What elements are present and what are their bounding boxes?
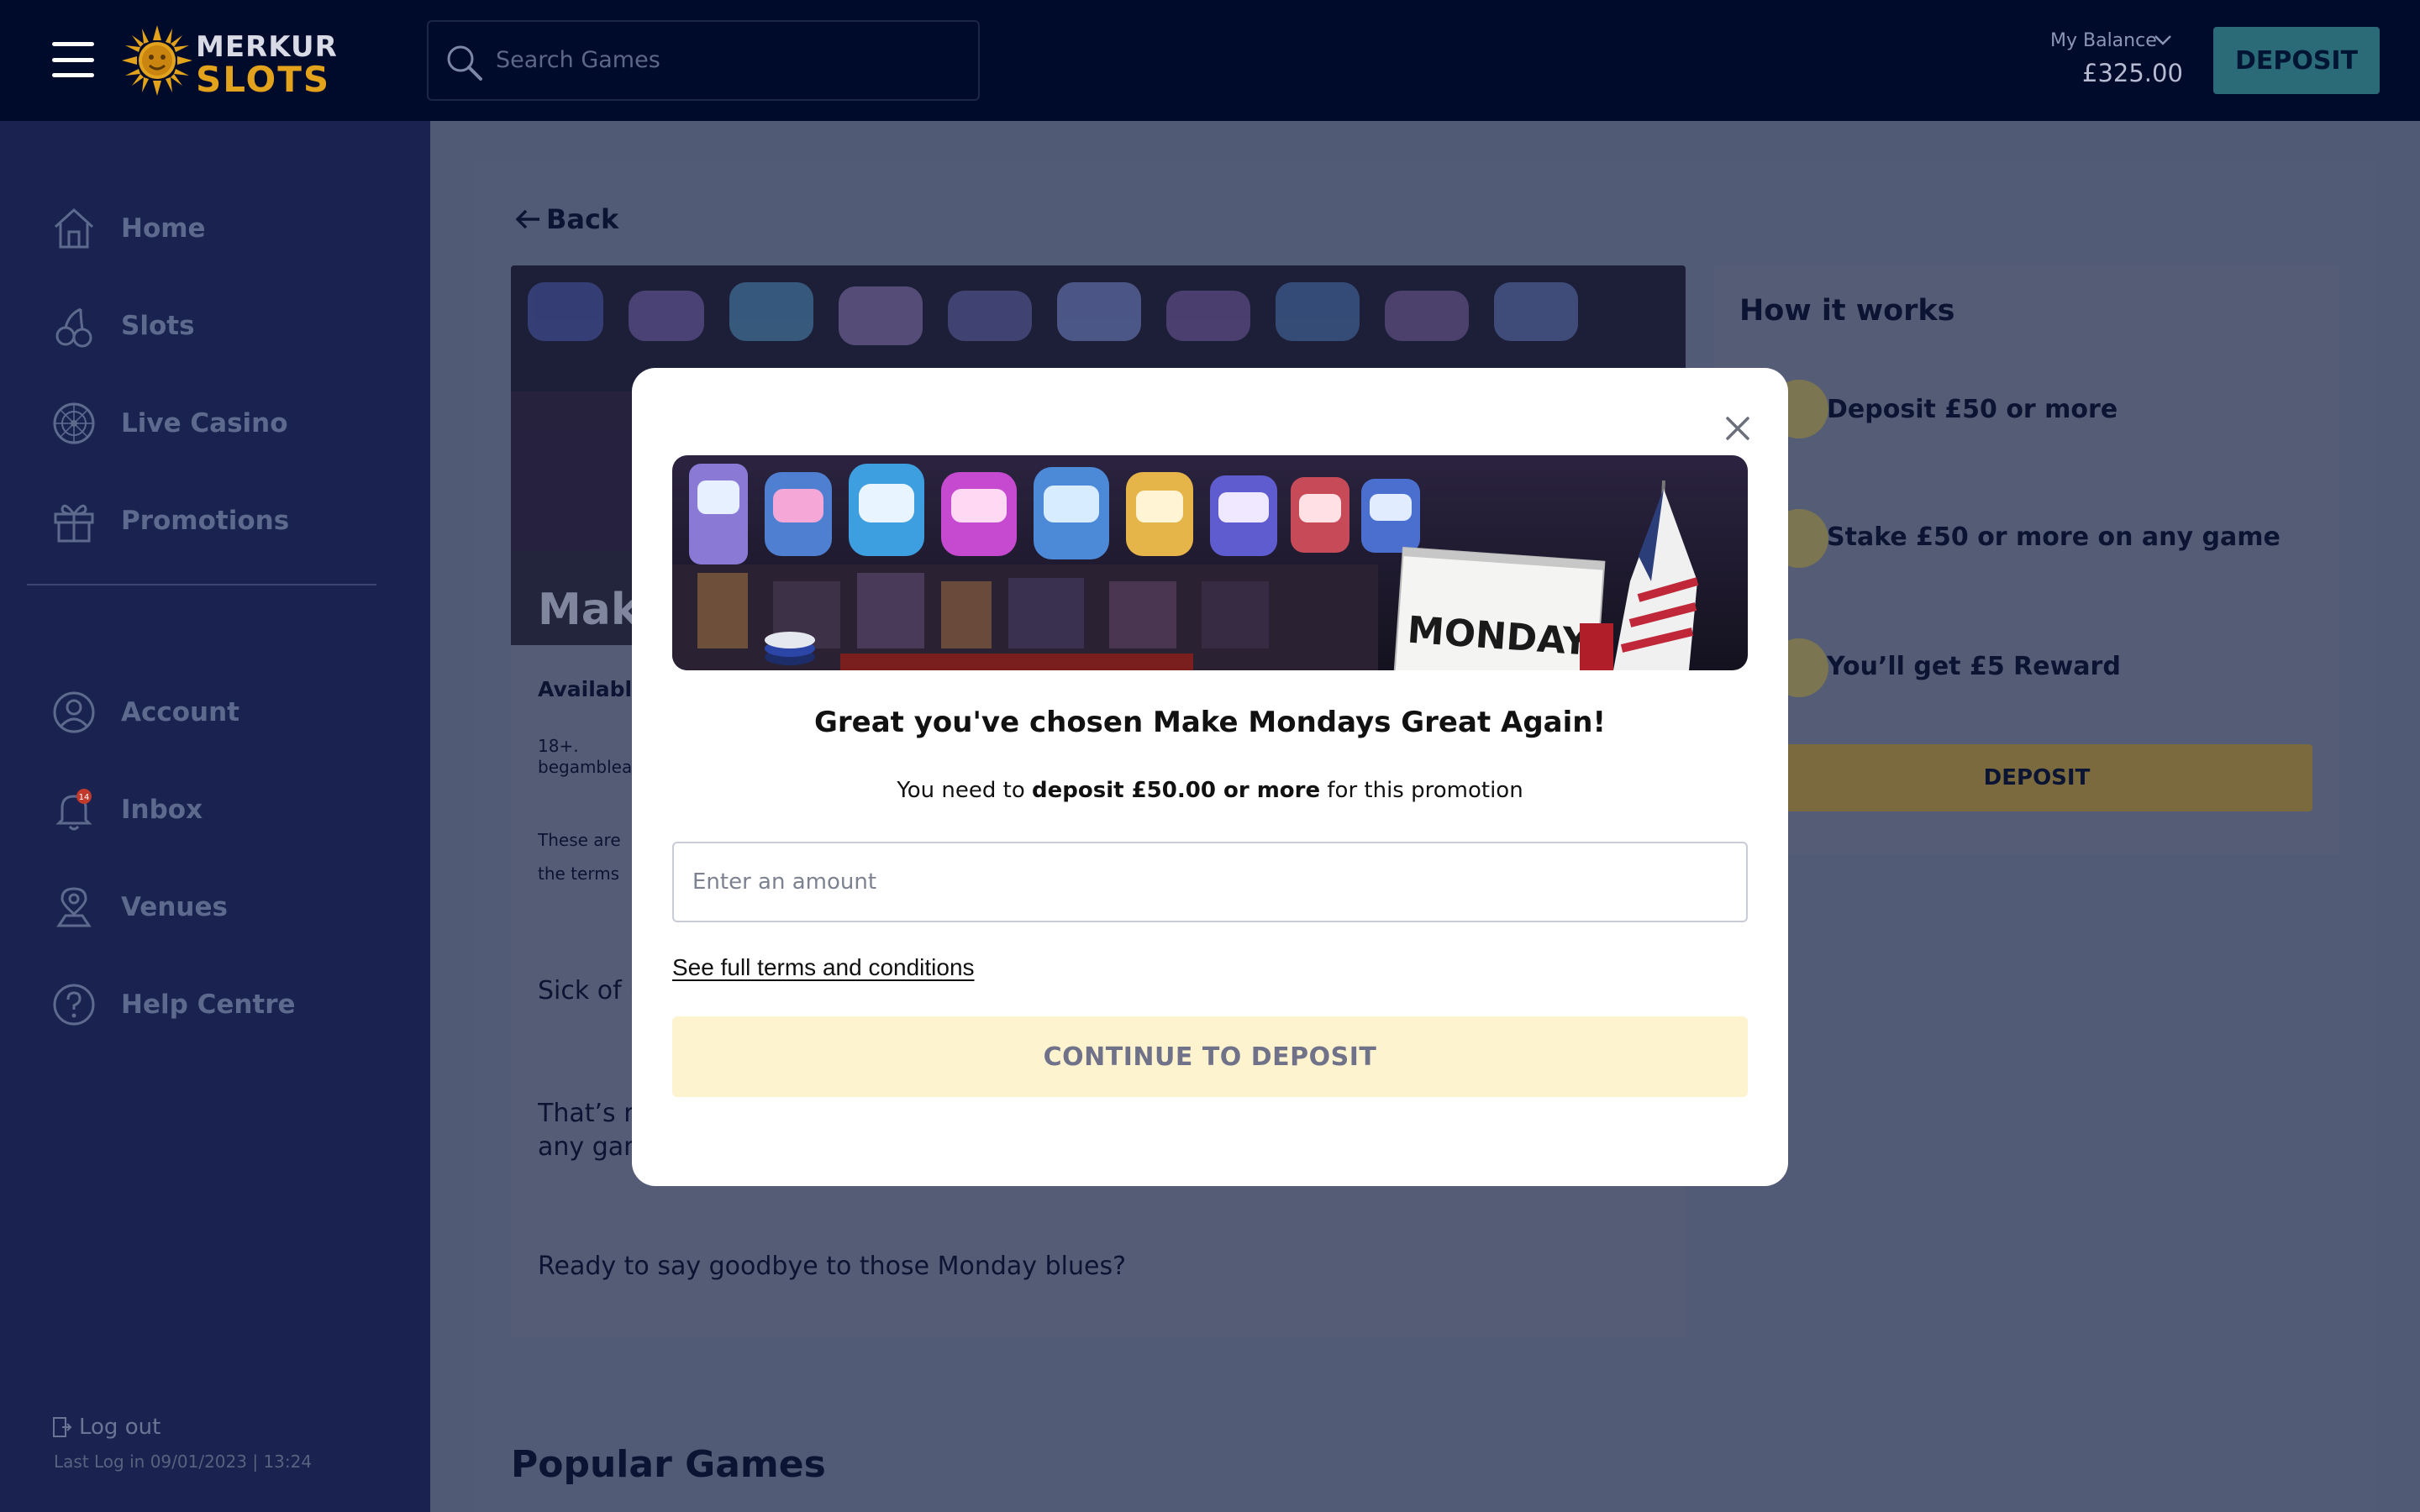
promotion-availability: Available <box>538 677 639 701</box>
sidebar: Home Slots Live Casino Promotions Accoun… <box>0 121 430 1512</box>
promotion-fine-print: 18+. begambleaware.org. Terms apply to t… <box>538 736 647 777</box>
popular-games-heading: Popular Games <box>511 1443 826 1486</box>
help-icon <box>53 984 95 1026</box>
search-icon <box>447 45 482 81</box>
how-step-2: Stake £50 or more on any game <box>1827 522 2281 552</box>
sidebar-item-slots[interactable]: Slots <box>50 292 403 360</box>
sidebar-item-label: Live Casino <box>121 408 288 438</box>
promotion-paragraph: Ready to say goodbye to those Monday blu… <box>538 1252 1126 1281</box>
continue-to-deposit-button[interactable]: CONTINUE TO DEPOSIT <box>672 1016 1748 1097</box>
close-icon[interactable] <box>1723 413 1753 444</box>
search-box[interactable]: Search Games <box>427 20 980 101</box>
inbox-badge: 14 <box>79 793 90 802</box>
promotion-terms-text: These are the terms and conditions, any … <box>538 830 621 884</box>
deposit-amount-input[interactable] <box>672 842 1748 922</box>
back-link[interactable]: Back <box>514 203 618 235</box>
home-icon <box>54 207 94 249</box>
cherries-icon <box>55 307 92 348</box>
how-it-works-deposit-button[interactable]: DEPOSIT <box>1761 744 2312 811</box>
sidebar-item-label: Help Centre <box>121 990 296 1020</box>
sidebar-item-inbox[interactable]: 14 Inbox <box>50 776 403 843</box>
balance-label[interactable]: My Balance <box>2050 30 2157 51</box>
user-icon <box>53 691 95 733</box>
deposit-button[interactable]: DEPOSIT <box>2213 27 2380 94</box>
modal-desc-prefix: You need to <box>897 778 1032 803</box>
sidebar-item-live-casino[interactable]: Live Casino <box>50 390 403 457</box>
search-input[interactable]: Search Games <box>496 47 660 73</box>
merkur-slots-logo[interactable]: MERKUR SLOTS <box>122 24 337 100</box>
chevron-down-icon[interactable] <box>2153 32 2173 49</box>
sidebar-item-promotions[interactable]: Promotions <box>50 487 403 554</box>
sidebar-item-help-centre[interactable]: Help Centre <box>50 971 403 1038</box>
logout-label: Log out <box>79 1415 161 1440</box>
logo-text-slots: SLOTS <box>196 59 331 100</box>
sidebar-item-label: Slots <box>121 311 195 341</box>
logout-link[interactable]: Log out <box>52 1415 160 1440</box>
modal-banner-image: MONDAY <box>672 455 1748 670</box>
sidebar-item-account[interactable]: Account <box>50 679 403 746</box>
roulette-icon <box>53 402 95 444</box>
how-step-3: You’ll get £5 Reward <box>1827 652 2121 681</box>
map-pin-icon <box>56 887 92 927</box>
promotion-deposit-modal: MONDAY Great you've chosen Make Mondays … <box>632 368 1788 1186</box>
sidebar-divider <box>27 584 376 585</box>
sidebar-item-label: Inbox <box>121 795 203 825</box>
menu-icon[interactable] <box>52 42 94 77</box>
how-step-1: Deposit £50 or more <box>1827 395 2118 424</box>
sidebar-item-home[interactable]: Home <box>50 195 403 262</box>
modal-title: Great you've chosen Make Mondays Great A… <box>814 706 1606 739</box>
arrow-left-icon <box>515 209 539 229</box>
top-bar: MERKUR SLOTS Search Games My Balance £32… <box>0 0 2420 121</box>
sidebar-item-label: Venues <box>121 892 228 922</box>
sidebar-item-venues[interactable]: Venues <box>50 874 403 941</box>
sun-logo-icon <box>122 25 192 96</box>
sidebar-item-label: Account <box>121 697 239 727</box>
modal-description: You need to deposit £50.00 or more for t… <box>632 778 1788 803</box>
sidebar-item-label: Home <box>121 213 206 244</box>
terms-link[interactable]: See full terms and conditions <box>672 954 975 981</box>
logout-icon <box>53 1417 72 1437</box>
modal-desc-amount: deposit £50.00 or more <box>1032 778 1321 803</box>
balance-value: £325.00 <box>2082 59 2183 87</box>
sidebar-item-label: Promotions <box>121 506 290 536</box>
gift-icon <box>54 504 94 543</box>
modal-desc-suffix: for this promotion <box>1320 778 1523 803</box>
bell-icon: 14 <box>55 789 92 831</box>
back-label: Back <box>546 203 619 235</box>
how-it-works-title: How it works <box>1739 294 1955 328</box>
how-it-works-panel: How it works Deposit £50 or more Stake £… <box>1714 265 2339 855</box>
last-login-text: Last Log in 09/01/2023 | 13:24 <box>54 1452 313 1472</box>
